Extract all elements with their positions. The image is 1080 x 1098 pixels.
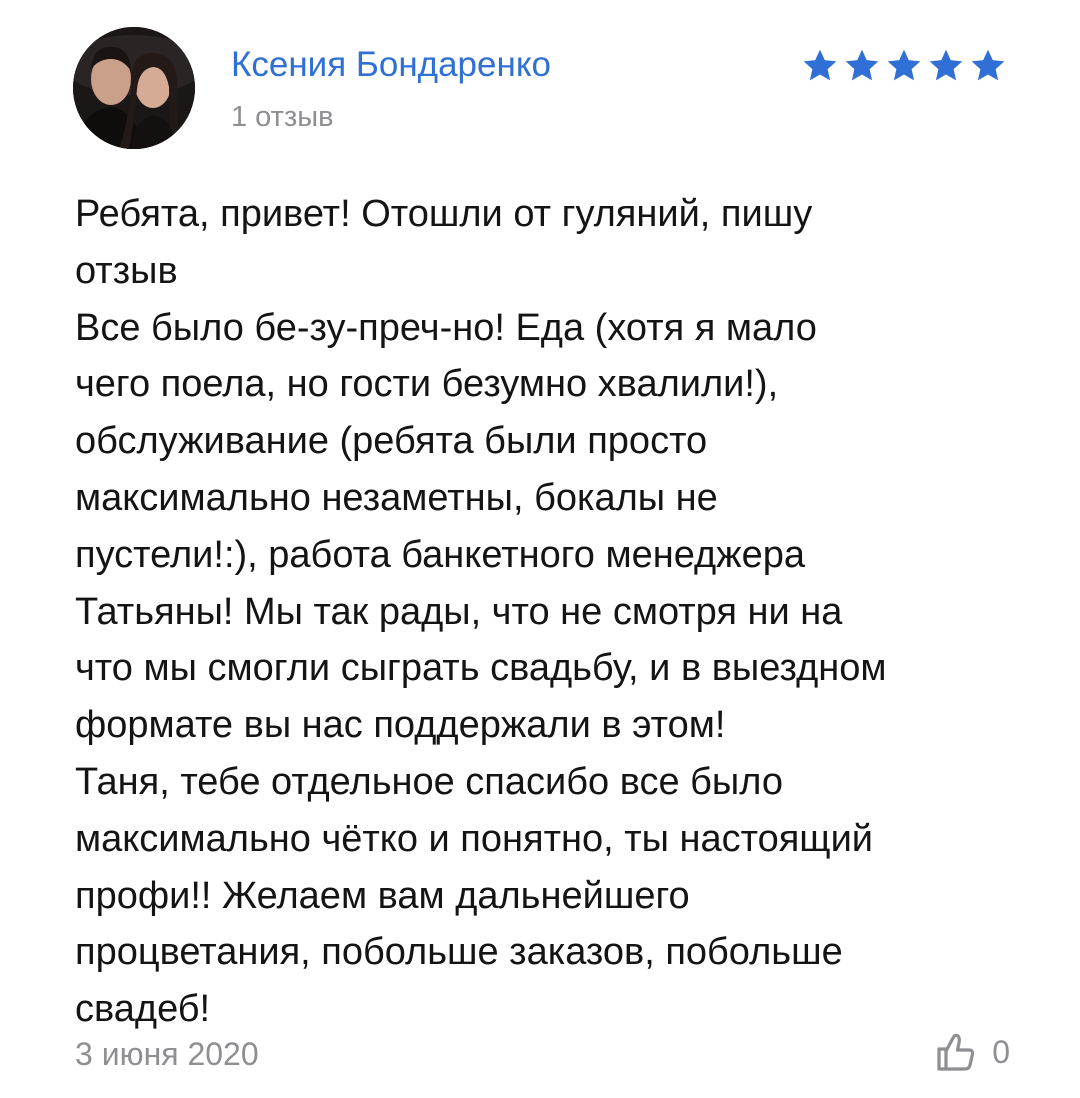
star-icon [971,49,1005,81]
like-button[interactable]: 0 [934,1030,1010,1074]
avatar[interactable] [73,27,195,149]
review-date: 3 июня 2020 [75,1036,259,1072]
star-rating [800,46,1008,86]
author-name[interactable]: Ксения Бондаренко [231,43,551,87]
star-icon [803,49,837,81]
thumbs-up-icon [937,1033,975,1071]
author-review-count: 1 отзыв [231,101,334,133]
like-count: 0 [992,1034,1010,1070]
review-text: Ребята, привет! Отошли от гуляний, пишу … [75,193,887,1031]
star-icon [845,49,879,81]
star-icon [929,49,963,81]
user-photo-icon [73,27,195,149]
review-card: Ксения Бондаренко 1 отзыв Ребята, привет… [0,0,1080,1098]
star-icon [887,49,921,81]
